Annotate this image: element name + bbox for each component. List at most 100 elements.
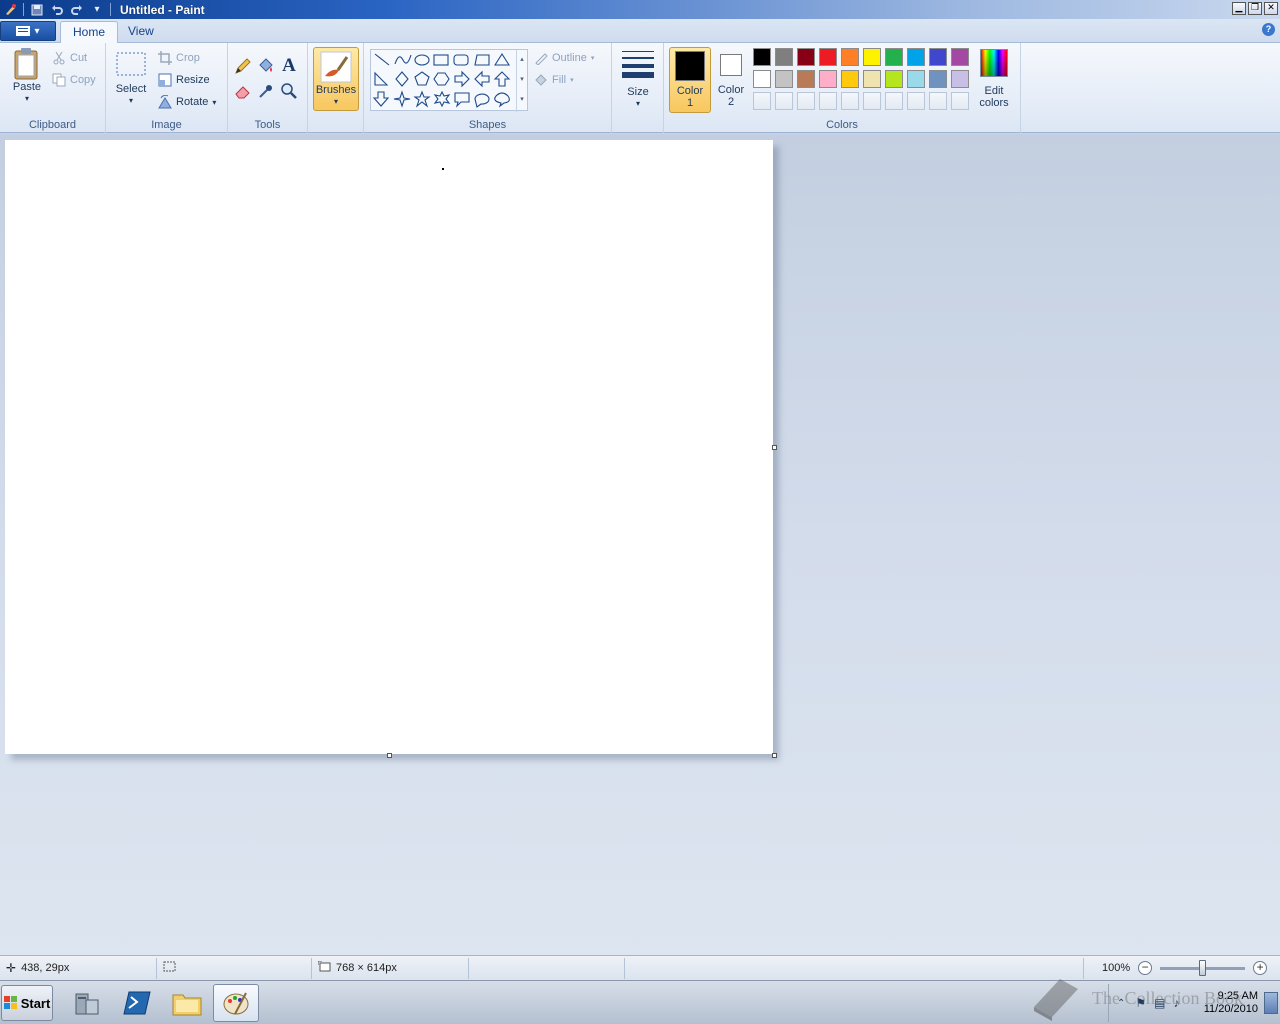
up-arrow-shape-icon[interactable]: [493, 71, 511, 87]
save-icon[interactable]: [30, 3, 44, 17]
color-swatch[interactable]: [775, 48, 793, 66]
paint-menu-button[interactable]: ▾: [0, 21, 56, 41]
resize-handle-right[interactable]: [772, 445, 777, 450]
paint-app-icon[interactable]: [3, 3, 17, 17]
color-swatch[interactable]: [863, 48, 881, 66]
color-swatch[interactable]: [841, 48, 859, 66]
fill-bucket-icon[interactable]: [255, 54, 277, 78]
rounded-rectangle-shape-icon[interactable]: [453, 54, 469, 66]
paste-button[interactable]: Paste ▾: [8, 47, 46, 111]
explorer-taskbar-button[interactable]: [164, 984, 210, 1022]
four-point-star-shape-icon[interactable]: [393, 90, 411, 108]
minimize-button[interactable]: ▁: [1232, 2, 1246, 15]
zoom-slider-thumb[interactable]: [1199, 959, 1207, 976]
maximize-button[interactable]: ❐: [1248, 2, 1262, 15]
start-button[interactable]: Start: [1, 985, 53, 1021]
color-swatch[interactable]: [819, 48, 837, 66]
six-point-star-shape-icon[interactable]: [433, 90, 451, 108]
cut-button[interactable]: Cut: [52, 49, 87, 67]
custom-color-slot[interactable]: [841, 92, 859, 110]
color-swatch[interactable]: [885, 48, 903, 66]
cloud-callout-shape-icon[interactable]: [494, 92, 510, 108]
edit-colors-button[interactable]: Edit colors: [974, 49, 1014, 113]
size-button[interactable]: Size ▾: [618, 49, 658, 113]
pencil-icon[interactable]: [232, 54, 254, 78]
show-hidden-icons[interactable]: ⌃: [1117, 998, 1125, 1009]
curve-shape-icon[interactable]: [394, 54, 412, 65]
custom-color-slot[interactable]: [819, 92, 837, 110]
eraser-icon[interactable]: [232, 79, 254, 103]
rotate-button[interactable]: Rotate ▾: [158, 93, 216, 111]
show-desktop-button[interactable]: [1264, 992, 1278, 1014]
right-triangle-shape-icon[interactable]: [374, 71, 389, 86]
color-swatch[interactable]: [885, 70, 903, 88]
undo-icon[interactable]: [50, 3, 64, 17]
color-picker-icon[interactable]: [255, 79, 277, 103]
pentagon-shape-icon[interactable]: [414, 71, 430, 86]
color-swatch[interactable]: [951, 48, 969, 66]
customize-toolbar-icon[interactable]: ▾: [90, 3, 104, 17]
diamond-shape-icon[interactable]: [395, 71, 409, 87]
color-swatch[interactable]: [753, 48, 771, 66]
clock[interactable]: 9:25 AM 11/20/2010: [1204, 990, 1258, 1016]
color-swatch[interactable]: [929, 48, 947, 66]
expand-gallery-icon[interactable]: ▾: [520, 90, 524, 110]
help-icon[interactable]: ?: [1262, 23, 1275, 36]
zoom-out-button[interactable]: −: [1138, 961, 1153, 975]
color-swatch[interactable]: [753, 70, 771, 88]
left-arrow-shape-icon[interactable]: [474, 70, 490, 88]
fill-button[interactable]: Fill ▾: [534, 71, 574, 89]
color-swatch[interactable]: [951, 70, 969, 88]
color1-button[interactable]: Color 1: [669, 47, 711, 113]
brushes-button[interactable]: Brushes ▾: [313, 47, 359, 111]
hexagon-shape-icon[interactable]: [433, 72, 450, 86]
resize-handle-corner[interactable]: [772, 753, 777, 758]
oval-callout-shape-icon[interactable]: [474, 93, 490, 108]
color-swatch[interactable]: [907, 70, 925, 88]
flag-icon[interactable]: ⚑: [1135, 996, 1146, 1010]
color-swatch[interactable]: [841, 70, 859, 88]
color-swatch[interactable]: [929, 70, 947, 88]
paint-taskbar-button[interactable]: [213, 984, 259, 1022]
network-icon[interactable]: ▤: [1154, 996, 1165, 1010]
outline-button[interactable]: Outline ▾: [534, 49, 594, 67]
down-arrow-shape-icon[interactable]: [372, 91, 390, 107]
color-swatch[interactable]: [797, 48, 815, 66]
crop-button[interactable]: Crop: [158, 49, 200, 67]
color-swatch[interactable]: [775, 70, 793, 88]
magnifier-icon[interactable]: [278, 79, 300, 103]
color-swatch[interactable]: [907, 48, 925, 66]
scroll-down-icon[interactable]: ▾: [520, 70, 524, 90]
right-arrow-shape-icon[interactable]: [454, 70, 470, 88]
line-shape-icon[interactable]: [374, 53, 390, 66]
redo-icon[interactable]: [70, 3, 84, 17]
text-icon[interactable]: A: [278, 54, 300, 78]
custom-color-slot[interactable]: [863, 92, 881, 110]
color-swatch[interactable]: [863, 70, 881, 88]
custom-color-slot[interactable]: [753, 92, 771, 110]
resize-handle-bottom[interactable]: [387, 753, 392, 758]
tab-home[interactable]: Home: [60, 21, 119, 44]
volume-icon[interactable]: ♪: [1174, 996, 1180, 1010]
zoom-slider[interactable]: [1160, 959, 1246, 976]
custom-color-slot[interactable]: [951, 92, 969, 110]
copy-button[interactable]: Copy: [52, 71, 96, 89]
color-swatch[interactable]: [797, 70, 815, 88]
color-swatch[interactable]: [819, 70, 837, 88]
tab-view[interactable]: View: [116, 21, 166, 43]
custom-color-slot[interactable]: [797, 92, 815, 110]
close-button[interactable]: ✕: [1264, 2, 1278, 15]
triangle-shape-icon[interactable]: [493, 52, 511, 66]
color2-button[interactable]: Color 2: [714, 51, 748, 113]
resize-button[interactable]: Resize: [158, 71, 210, 89]
custom-color-slot[interactable]: [929, 92, 947, 110]
zoom-in-button[interactable]: +: [1253, 961, 1268, 975]
custom-color-slot[interactable]: [907, 92, 925, 110]
drawing-canvas[interactable]: [5, 140, 773, 754]
five-point-star-shape-icon[interactable]: [413, 90, 431, 108]
rounded-callout-shape-icon[interactable]: [454, 92, 470, 108]
custom-color-slot[interactable]: [885, 92, 903, 110]
oval-shape-icon[interactable]: [414, 54, 430, 66]
rectangle-shape-icon[interactable]: [433, 54, 449, 66]
powershell-taskbar-button[interactable]: [114, 984, 160, 1022]
